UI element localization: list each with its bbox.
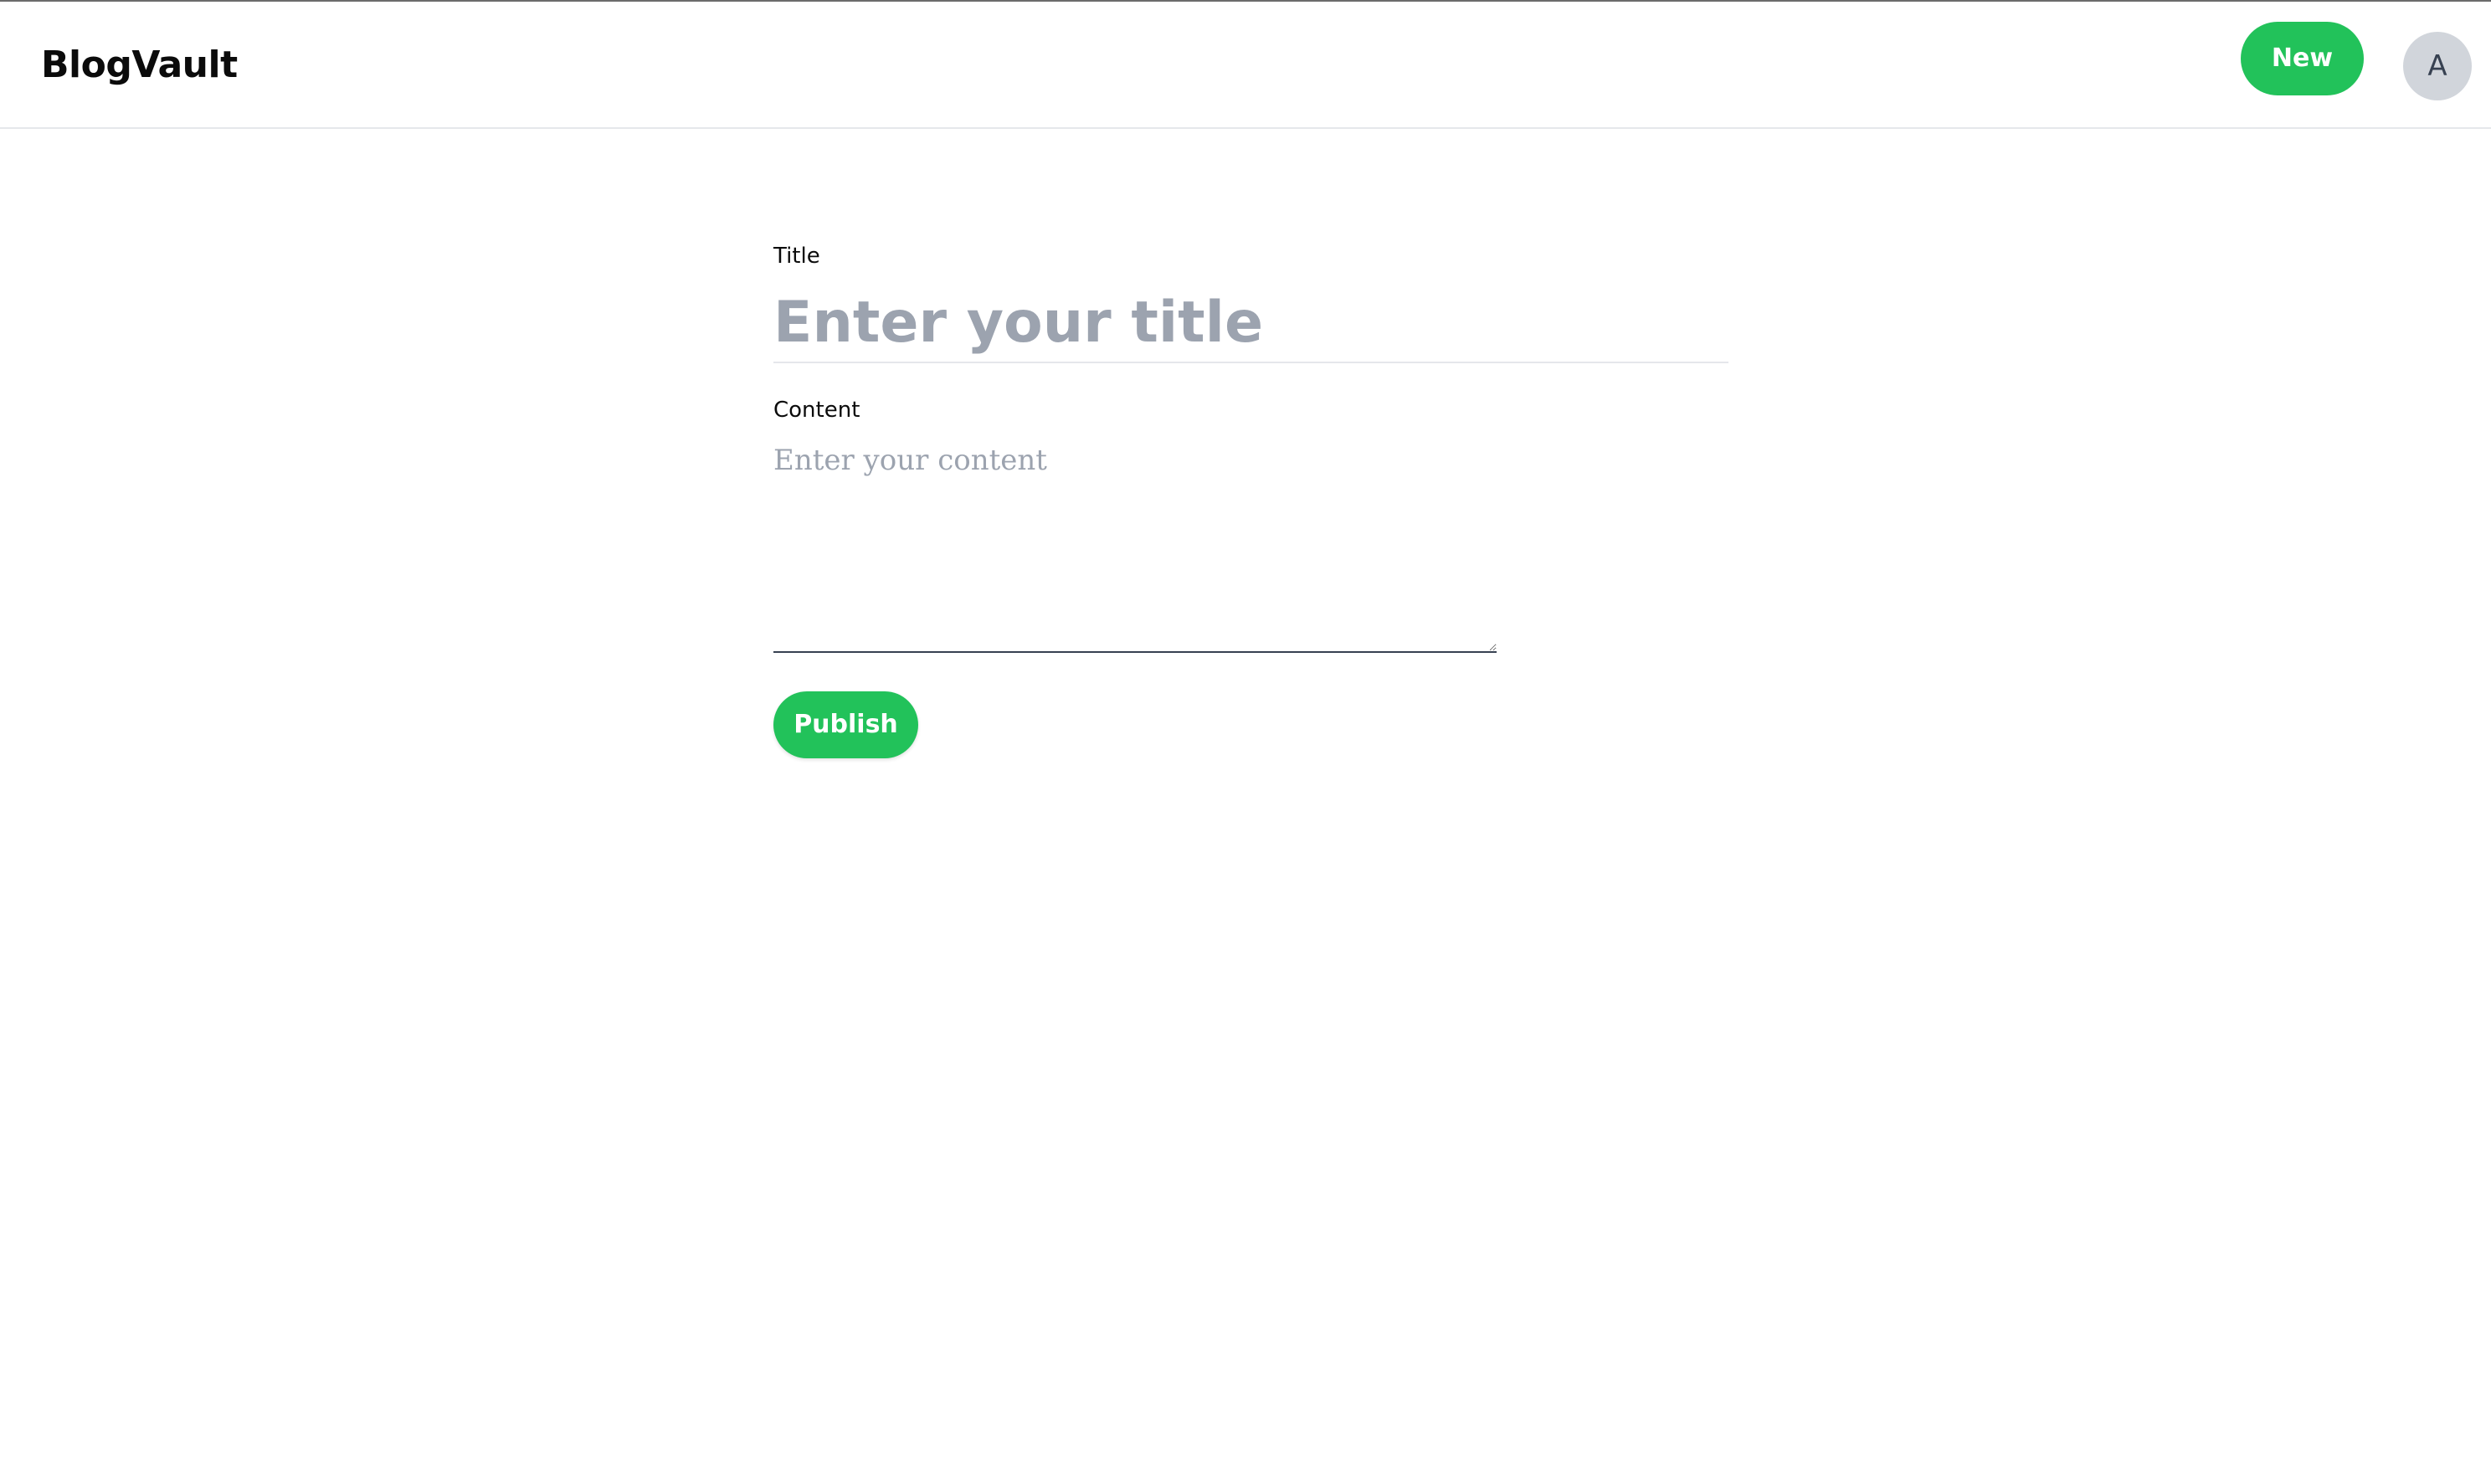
avatar[interactable]: A <box>2403 32 2472 100</box>
publish-button[interactable]: Publish <box>773 691 918 758</box>
content-label: Content <box>773 398 860 423</box>
page: BlogVault New A Title Content Publish <box>0 0 2491 1484</box>
content-textarea[interactable] <box>773 444 1497 653</box>
title-input[interactable] <box>773 283 1728 363</box>
brand-logo[interactable]: BlogVault <box>41 39 238 92</box>
app-header: BlogVault New A <box>0 2 2491 129</box>
post-editor-form: Title Content Publish <box>773 129 1728 798</box>
title-label: Title <box>773 244 820 269</box>
new-post-button[interactable]: New <box>2241 22 2364 95</box>
